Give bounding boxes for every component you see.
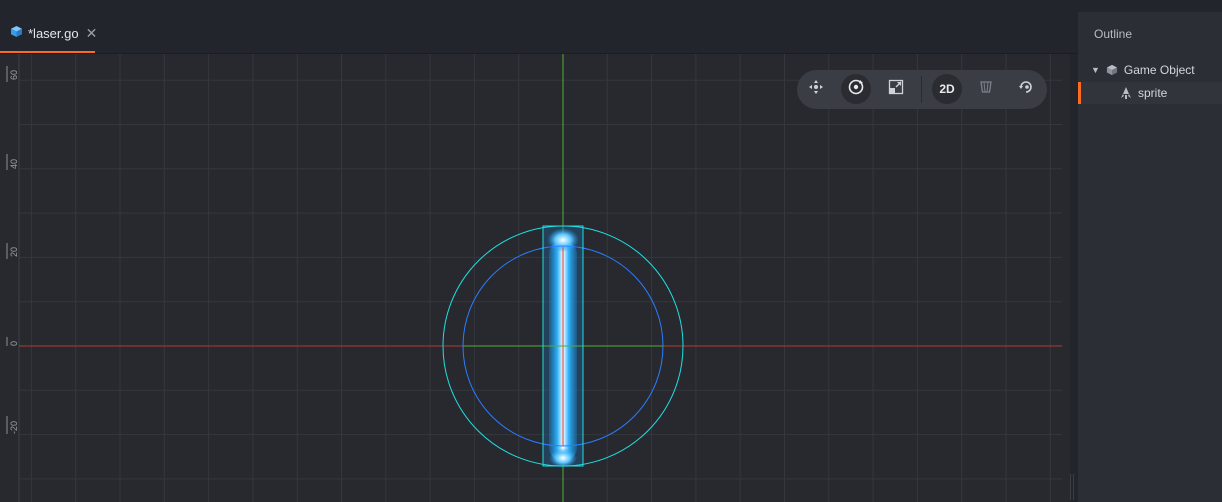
rotate-icon bbox=[847, 78, 865, 101]
ruler-label: 20 bbox=[9, 247, 19, 257]
mode-2d-label: 2D bbox=[939, 82, 955, 96]
sprite-icon bbox=[1120, 86, 1132, 100]
tree-item-label: sprite bbox=[1138, 86, 1168, 100]
expand-arrow-icon[interactable]: ▼ bbox=[1091, 65, 1100, 75]
camera-reset-button[interactable] bbox=[1011, 74, 1041, 104]
tab-label: *laser.go bbox=[28, 25, 79, 41]
tree-item-label: Game Object bbox=[1123, 63, 1195, 77]
close-icon[interactable]: ✕ bbox=[86, 25, 98, 42]
scale-tool-button[interactable] bbox=[881, 74, 911, 104]
top-bar bbox=[0, 0, 1078, 13]
grid bbox=[19, 54, 1062, 502]
ruler-label: -20 bbox=[9, 421, 19, 434]
selection-indicator bbox=[1078, 82, 1081, 104]
move-tool-button[interactable] bbox=[801, 74, 831, 104]
scrollbar-grip[interactable] bbox=[1070, 474, 1074, 500]
ruler-label: 0 bbox=[9, 341, 19, 346]
tree-item-sprite[interactable]: sprite bbox=[1078, 82, 1222, 104]
editor-tab-bar: *laser.go ✕ bbox=[0, 13, 1078, 54]
mode-2d-button[interactable]: 2D bbox=[932, 74, 962, 104]
outline-panel: Outline ▼ Game Object sprite bbox=[1078, 12, 1222, 502]
camera-reset-icon bbox=[1018, 79, 1034, 100]
cube-icon bbox=[1106, 64, 1118, 76]
visibility-filter-icon bbox=[978, 79, 994, 100]
vertical-ruler: 60 40 20 0 -20 bbox=[6, 54, 20, 502]
move-icon bbox=[808, 79, 824, 100]
ruler-label: 40 bbox=[9, 159, 19, 169]
tab-laser-go[interactable]: *laser.go ✕ bbox=[0, 13, 98, 53]
scene-canvas[interactable]: 60 40 20 0 -20 bbox=[0, 54, 1070, 502]
tree-item-game-object[interactable]: ▼ Game Object bbox=[1078, 59, 1222, 81]
visibility-filter-button[interactable] bbox=[971, 74, 1001, 104]
ruler-label: 60 bbox=[9, 70, 19, 80]
viewport-scrollbar[interactable] bbox=[1070, 54, 1078, 502]
scene-viewport[interactable]: 60 40 20 0 -20 2D bbox=[0, 54, 1070, 502]
scale-icon bbox=[888, 79, 904, 100]
laser-sprite[interactable] bbox=[543, 226, 583, 468]
toolbar-separator bbox=[921, 76, 922, 103]
scene-toolbar: 2D bbox=[797, 70, 1047, 109]
cube-icon bbox=[10, 25, 23, 41]
outline-title: Outline bbox=[1094, 27, 1133, 41]
active-tab-indicator bbox=[0, 51, 95, 53]
rotate-tool-button[interactable] bbox=[841, 74, 871, 104]
